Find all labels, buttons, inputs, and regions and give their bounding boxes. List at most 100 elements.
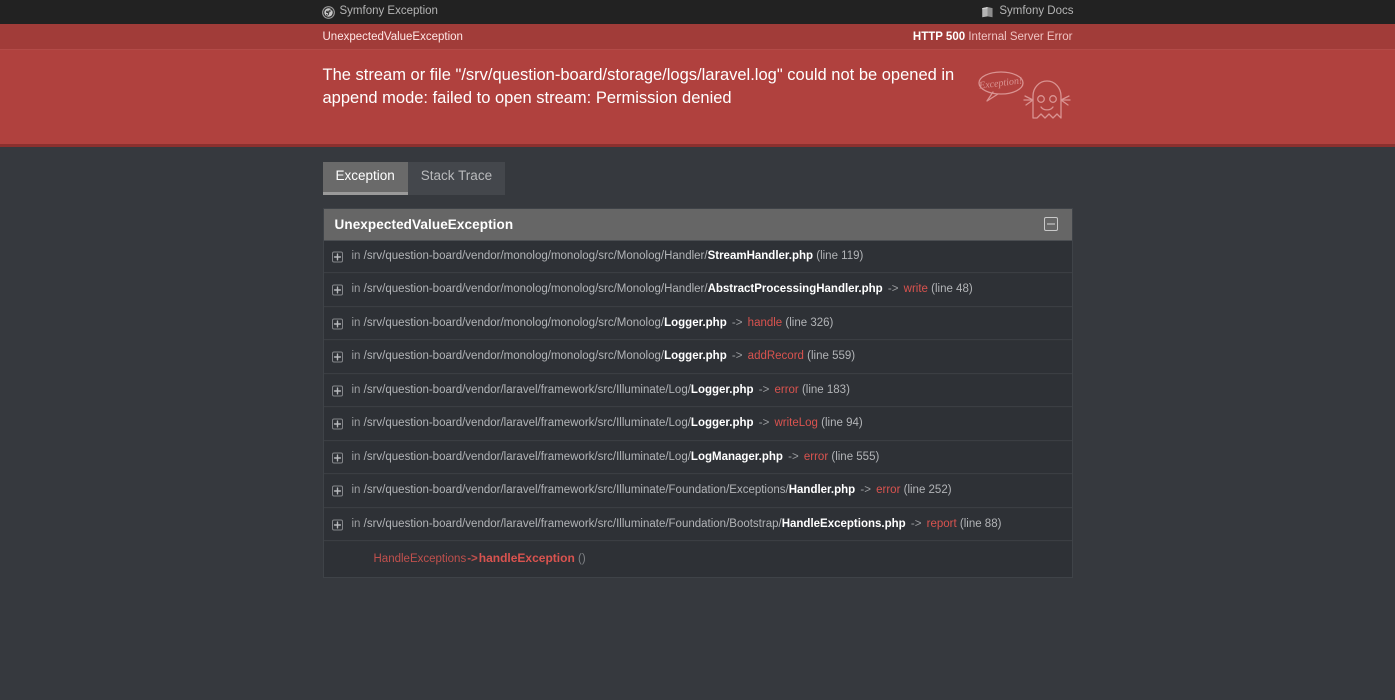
trace-file: StreamHandler.php	[707, 249, 814, 262]
trace-line-number: (line 559)	[807, 350, 856, 363]
table-row-final-call: HandleExceptions->handleException ()	[323, 541, 1072, 577]
error-message-banner: The stream or file "/srv/question-board/…	[0, 50, 1395, 147]
trace-file: Logger.php	[690, 417, 754, 430]
final-call-arrow: ->	[467, 553, 478, 566]
top-navigation-bar: Symfony Exception Symfony Docs	[0, 0, 1395, 24]
trace-function[interactable]: handle	[748, 317, 783, 329]
expand-plus-icon	[331, 284, 343, 296]
table-row[interactable]: in /srv/question-board/vendor/monolog/mo…	[323, 241, 1072, 274]
trace-line-number: (line 88)	[959, 517, 1002, 530]
expand-plus-icon	[331, 452, 343, 464]
http-status-text: Internal Server Error	[968, 30, 1073, 43]
trace-function[interactable]: write	[904, 283, 928, 295]
trace-function[interactable]: error	[876, 484, 900, 496]
trace-function[interactable]: writeLog	[774, 417, 817, 429]
trace-path: /srv/question-board/vendor/monolog/monol…	[363, 249, 708, 262]
trace-path: /srv/question-board/vendor/laravel/frame…	[363, 383, 691, 396]
stack-trace-list: in /srv/question-board/vendor/monolog/mo…	[323, 241, 1072, 577]
trace-arrow: ->	[731, 350, 743, 363]
trace-arrow: ->	[788, 450, 799, 463]
trace-arrow: ->	[910, 517, 922, 530]
expand-plus-icon	[331, 251, 343, 263]
trace-arrow: ->	[758, 383, 770, 396]
book-icon	[981, 6, 994, 18]
trace-function[interactable]: error	[774, 384, 798, 396]
trace-prefix: in	[351, 417, 361, 430]
trace-prefix: in	[351, 350, 361, 363]
exception-summary-strip: UnexpectedValueException HTTP 500 Intern…	[0, 24, 1395, 50]
final-call-parens: ()	[577, 553, 586, 566]
trace-path: /srv/question-board/vendor/laravel/frame…	[363, 484, 789, 497]
symfony-exception-link[interactable]: Symfony Exception	[321, 5, 438, 19]
trace-line-number: (line 555)	[831, 450, 880, 463]
table-row[interactable]: in /srv/question-board/vendor/laravel/fr…	[323, 474, 1072, 508]
trace-file: Logger.php	[664, 350, 727, 363]
error-message-text: The stream or file "/srv/question-board/…	[322, 66, 955, 108]
http-status-code: HTTP 500	[912, 30, 966, 43]
table-row[interactable]: in /srv/question-board/vendor/laravel/fr…	[323, 407, 1072, 441]
expand-plus-icon	[331, 519, 343, 531]
trace-path: /srv/question-board/vendor/monolog/monol…	[363, 350, 665, 363]
expand-plus-icon	[331, 318, 343, 330]
table-row[interactable]: in /srv/question-board/vendor/laravel/fr…	[323, 440, 1072, 475]
trace-line-number: (line 252)	[903, 484, 952, 497]
expand-plus-icon	[331, 418, 343, 430]
trace-arrow: ->	[887, 283, 899, 296]
trace-function[interactable]: error	[804, 451, 828, 463]
trace-file: Handler.php	[788, 484, 856, 497]
trace-function[interactable]: report	[927, 518, 957, 530]
symfony-logo-icon	[321, 5, 335, 19]
trace-prefix: in	[351, 316, 361, 329]
trace-prefix: in	[351, 283, 361, 296]
trace-file: AbstractProcessingHandler.php	[707, 283, 883, 296]
exception-panel-title: UnexpectedValueException	[334, 216, 514, 232]
trace-path: /srv/question-board/vendor/laravel/frame…	[363, 450, 691, 463]
table-row[interactable]: in /srv/question-board/vendor/laravel/fr…	[323, 373, 1072, 408]
trace-path: /srv/question-board/vendor/laravel/frame…	[363, 517, 782, 530]
trace-file: HandleExceptions.php	[781, 517, 906, 530]
trace-function[interactable]: addRecord	[748, 350, 804, 362]
trace-file: Logger.php	[690, 383, 754, 396]
symfony-docs-label: Symfony Docs	[999, 5, 1074, 18]
trace-path: /srv/question-board/vendor/monolog/monol…	[363, 283, 708, 296]
trace-prefix: in	[351, 517, 361, 530]
trace-file: Logger.php	[664, 316, 727, 329]
expand-plus-icon	[331, 351, 343, 363]
tab-stack-trace[interactable]: Stack Trace	[407, 162, 506, 195]
trace-line-number: (line 48)	[931, 283, 973, 296]
tab-exception[interactable]: Exception	[322, 162, 408, 195]
tab-bar: Exception Stack Trace	[322, 162, 1073, 195]
exception-panel: UnexpectedValueException in /srv/questio…	[322, 207, 1073, 578]
trace-prefix: in	[351, 450, 361, 463]
expand-plus-icon	[331, 385, 343, 397]
trace-path: /srv/question-board/vendor/laravel/frame…	[363, 417, 691, 430]
http-status-label: HTTP 500 Internal Server Error	[913, 31, 1073, 43]
trace-arrow: ->	[758, 417, 770, 430]
trace-line-number: (line 94)	[821, 417, 863, 430]
trace-file: LogManager.php	[690, 450, 783, 463]
symfony-exception-label: Symfony Exception	[339, 5, 438, 18]
trace-prefix: in	[351, 383, 361, 396]
trace-prefix: in	[351, 484, 361, 497]
ghost-mascot-icon: Exception!	[973, 66, 1073, 124]
trace-prefix: in	[351, 249, 361, 262]
trace-arrow: ->	[731, 316, 743, 329]
collapse-minus-icon[interactable]	[1043, 217, 1058, 232]
final-call-method: handleException	[478, 551, 575, 566]
table-row[interactable]: in /srv/question-board/vendor/laravel/fr…	[323, 507, 1072, 542]
main-content: Exception Stack Trace UnexpectedValueExc…	[322, 147, 1073, 578]
exception-class-label: UnexpectedValueException	[322, 30, 463, 43]
exception-panel-header: UnexpectedValueException	[323, 208, 1072, 241]
final-call-class: HandleExceptions	[373, 553, 467, 566]
expand-plus-icon	[331, 485, 343, 497]
table-row[interactable]: in /srv/question-board/vendor/monolog/mo…	[323, 306, 1072, 341]
table-row[interactable]: in /srv/question-board/vendor/monolog/mo…	[323, 340, 1072, 374]
trace-path: /srv/question-board/vendor/monolog/monol…	[363, 316, 665, 329]
table-row[interactable]: in /srv/question-board/vendor/monolog/mo…	[323, 273, 1072, 307]
trace-arrow: ->	[860, 484, 871, 497]
trace-line-number: (line 326)	[785, 316, 834, 329]
trace-line-number: (line 183)	[801, 383, 850, 396]
trace-line-number: (line 119)	[816, 249, 864, 262]
symfony-docs-link[interactable]: Symfony Docs	[981, 5, 1074, 18]
mascot-speech-text: Exception!	[977, 75, 1022, 91]
